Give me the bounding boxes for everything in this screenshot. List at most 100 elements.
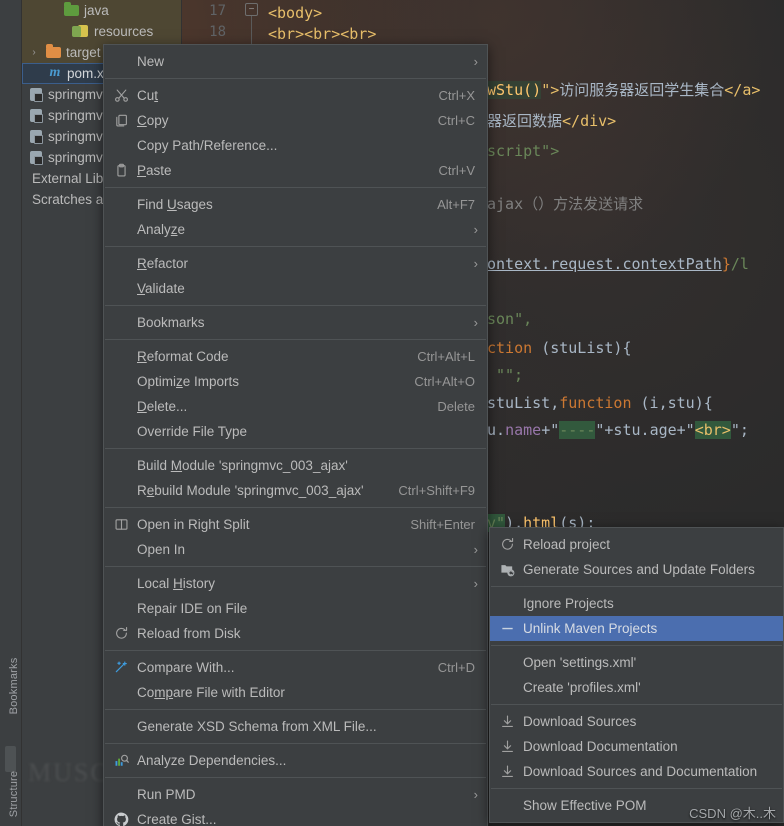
- menu-compare-file-with-editor[interactable]: Compare File with Editor: [104, 680, 487, 705]
- menu-item-label: Generate XSD Schema from XML File...: [137, 719, 377, 734]
- menu-separator: [491, 788, 782, 789]
- maven-open-settings-xml[interactable]: Open 'settings.xml': [490, 650, 783, 675]
- menu-item-label: Ignore Projects: [523, 596, 614, 611]
- maven-create-profiles-xml[interactable]: Create 'profiles.xml': [490, 675, 783, 700]
- menu-reformat-code[interactable]: Reformat Code Ctrl+Alt+L: [104, 344, 487, 369]
- menu-item-label: Create Gist...: [137, 812, 217, 826]
- menu-separator: [491, 586, 782, 587]
- menu-build-module[interactable]: Build Module 'springmvc_003_ajax': [104, 453, 487, 478]
- code-line: stuList,function (i,stu){: [487, 394, 713, 412]
- menu-item-label: Refactor: [137, 256, 189, 271]
- menu-generate-xsd-schema[interactable]: Generate XSD Schema from XML File...: [104, 714, 487, 739]
- menu-separator: [105, 78, 486, 79]
- download-icon: [499, 763, 516, 780]
- menu-bookmarks[interactable]: Bookmarks ›: [104, 310, 487, 335]
- chevron-right-icon: ›: [473, 54, 478, 69]
- menu-analyze[interactable]: Analyze ›: [104, 217, 487, 242]
- maven-file-icon: m: [49, 65, 61, 80]
- clipboard-icon: [113, 162, 130, 179]
- menu-paste[interactable]: Paste Ctrl+V: [104, 158, 487, 183]
- code-fold-icon[interactable]: −: [245, 3, 258, 16]
- maven-download-sources[interactable]: Download Sources: [490, 709, 783, 734]
- menu-optimize-imports[interactable]: Optimize Imports Ctrl+Alt+O: [104, 369, 487, 394]
- copy-icon: [113, 112, 130, 129]
- code-line: "";: [496, 366, 524, 384]
- menu-item-label: Validate: [137, 281, 185, 296]
- menu-item-label: Copy Path/Reference...: [137, 138, 278, 153]
- left-tool-window-strip[interactable]: Bookmarks Structure: [0, 0, 22, 826]
- download-icon: [499, 713, 516, 730]
- menu-copy[interactable]: Copy Ctrl+C: [104, 108, 487, 133]
- menu-item-label: Open In: [137, 542, 186, 557]
- menu-item-label: Build Module 'springmvc_003_ajax': [137, 458, 348, 473]
- tool-window-button-structure[interactable]: Structure: [8, 759, 20, 826]
- menu-repair-ide-on-file[interactable]: Repair IDE on File: [104, 596, 487, 621]
- scissors-icon: [113, 87, 130, 104]
- refresh-icon: [113, 625, 130, 642]
- menu-separator: [105, 246, 486, 247]
- menu-separator: [105, 650, 486, 651]
- menu-item-label: Reformat Code: [137, 349, 229, 364]
- tree-item-resources[interactable]: resources: [22, 21, 181, 42]
- chevron-right-icon: ›: [473, 576, 478, 591]
- minus-icon: [499, 620, 516, 637]
- analyze-deps-icon: [113, 752, 130, 769]
- menu-reload-from-disk[interactable]: Reload from Disk: [104, 621, 487, 646]
- line-number: 18: [209, 24, 226, 40]
- maven-download-sources-and-documentation[interactable]: Download Sources and Documentation: [490, 759, 783, 784]
- menu-item-label: Delete...: [137, 399, 188, 414]
- menu-item-shortcut: Ctrl+C: [437, 113, 475, 128]
- file-context-menu[interactable]: New › Cut Ctrl+X Copy Ctrl+C Copy Path/Referen…: [103, 44, 488, 826]
- chevron-right-icon: ›: [473, 222, 478, 237]
- expand-arrow-icon[interactable]: ›: [28, 42, 40, 63]
- maven-generate-sources-update-folders[interactable]: Generate Sources and Update Folders: [490, 557, 783, 582]
- menu-rebuild-module[interactable]: Rebuild Module 'springmvc_003_ajax' Ctrl+…: [104, 478, 487, 503]
- menu-open-in-right-split[interactable]: Open in Right Split Shift+Enter: [104, 512, 487, 537]
- tree-item-java[interactable]: java: [22, 0, 181, 21]
- menu-find-usages[interactable]: Find Usages Alt+F7: [104, 192, 487, 217]
- menu-override-file-type[interactable]: Override File Type: [104, 419, 487, 444]
- menu-local-history[interactable]: Local History ›: [104, 571, 487, 596]
- menu-item-label: Compare File with Editor: [137, 685, 285, 700]
- tool-window-button-bookmarks[interactable]: Bookmarks: [8, 651, 20, 721]
- menu-separator: [105, 777, 486, 778]
- maven-submenu[interactable]: Reload project Generate Sources and Updat…: [489, 527, 784, 823]
- menu-compare-with[interactable]: Compare With... Ctrl+D: [104, 655, 487, 680]
- menu-open-in[interactable]: Open In ›: [104, 537, 487, 562]
- menu-item-label: Create 'profiles.xml': [523, 680, 641, 695]
- menu-separator: [105, 709, 486, 710]
- maven-download-documentation[interactable]: Download Documentation: [490, 734, 783, 759]
- menu-item-label: Download Sources: [523, 714, 637, 729]
- menu-create-gist[interactable]: Create Gist...: [104, 807, 487, 826]
- menu-item-label: Local History: [137, 576, 216, 591]
- menu-delete[interactable]: Delete... Delete: [104, 394, 487, 419]
- maven-reload-project[interactable]: Reload project: [490, 532, 783, 557]
- code-line: u.name+"----"+stu.age+"<br>";: [487, 421, 749, 439]
- menu-refactor[interactable]: Refactor ›: [104, 251, 487, 276]
- menu-analyze-dependencies[interactable]: Analyze Dependencies...: [104, 748, 487, 773]
- module-icon: [30, 151, 43, 165]
- tree-item-label: java: [84, 3, 109, 18]
- code-line: ajax（）方法发送请求: [487, 195, 644, 213]
- code-line: <br><br><br>: [268, 25, 377, 43]
- menu-item-label: New: [137, 54, 165, 69]
- menu-run-pmd[interactable]: Run PMD ›: [104, 782, 487, 807]
- menu-item-label: Bookmarks: [137, 315, 205, 330]
- menu-item-label: Find Usages: [137, 197, 213, 212]
- menu-item-label: Cut: [137, 88, 159, 103]
- maven-ignore-projects[interactable]: Ignore Projects: [490, 591, 783, 616]
- chevron-right-icon: ›: [473, 787, 478, 802]
- menu-item-shortcut: Ctrl+D: [437, 660, 475, 675]
- csdn-watermark: CSDN @木..木: [689, 806, 776, 821]
- menu-copy-path-reference[interactable]: Copy Path/Reference...: [104, 133, 487, 158]
- editor-gutter: 17 18: [182, 0, 244, 44]
- module-icon: [30, 88, 43, 102]
- folder-resources-icon: [72, 25, 88, 37]
- menu-item-shortcut: Ctrl+Alt+O: [414, 374, 475, 389]
- tree-item-label: resources: [94, 24, 154, 39]
- menu-validate[interactable]: Validate: [104, 276, 487, 301]
- menu-new[interactable]: New ›: [104, 49, 487, 74]
- maven-unlink-maven-projects[interactable]: Unlink Maven Projects: [490, 616, 783, 641]
- code-line: 器返回数据</div>: [487, 112, 617, 130]
- menu-cut[interactable]: Cut Ctrl+X: [104, 83, 487, 108]
